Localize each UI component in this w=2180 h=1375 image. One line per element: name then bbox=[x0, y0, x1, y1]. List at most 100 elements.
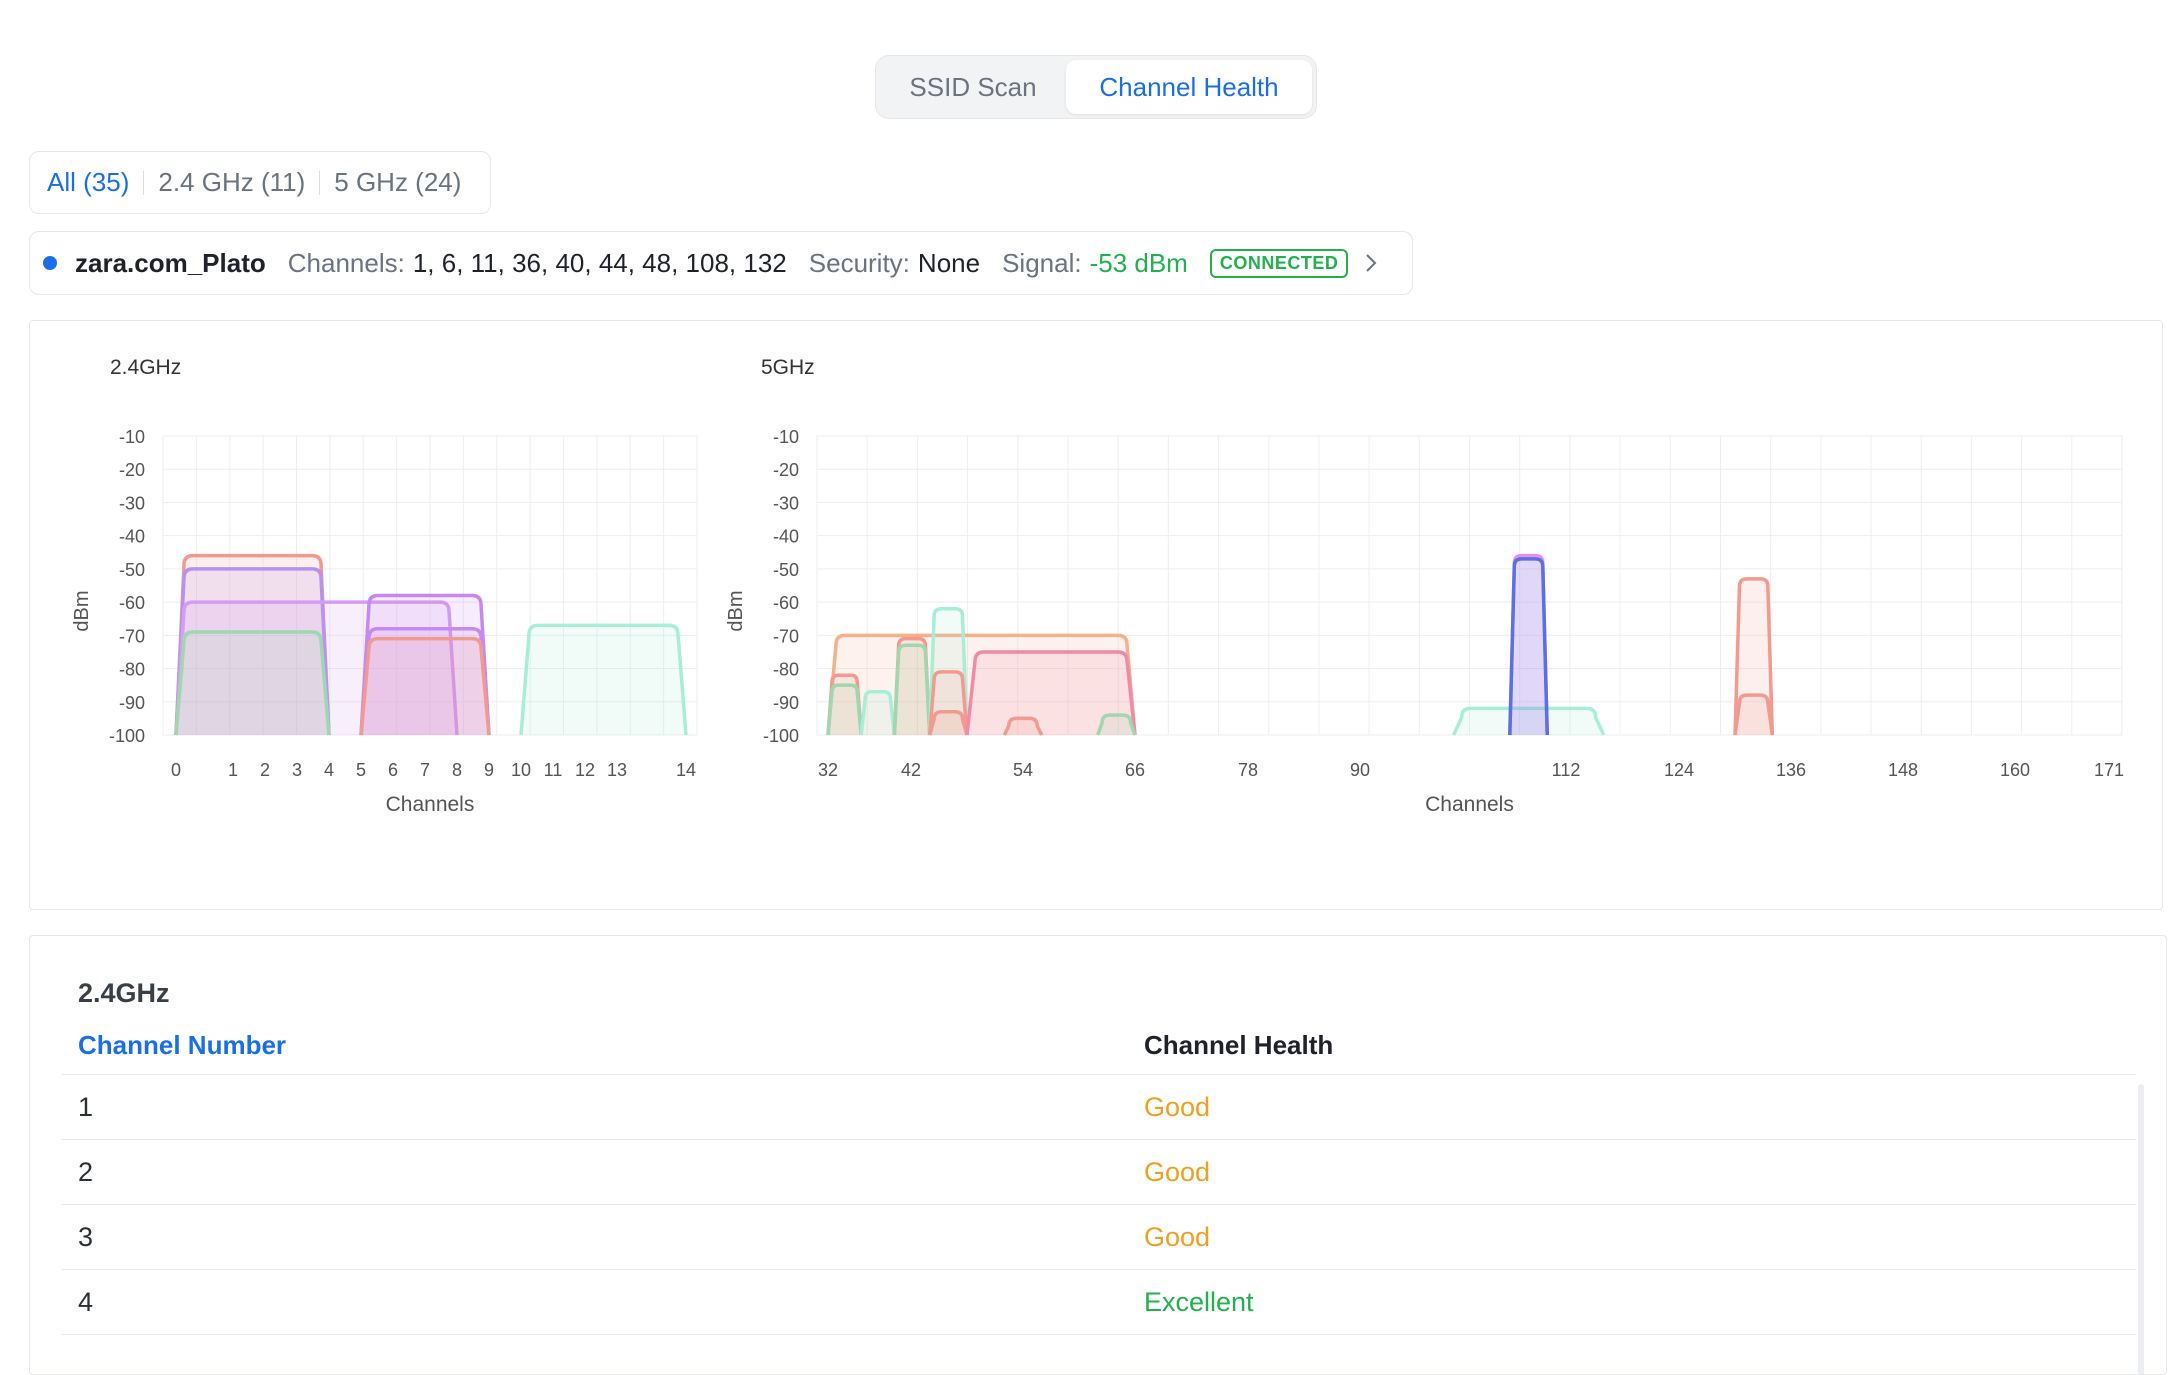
channel-number-cell: 4 bbox=[78, 1287, 94, 1317]
channel-number-cell: 2 bbox=[78, 1157, 94, 1187]
y-tick-label: -30 bbox=[119, 493, 145, 513]
table-band-title: 2.4GHz bbox=[78, 978, 170, 1008]
channel-charts: 2.4GHz -10 -20 -30 -40 -50 -60 -70 -80 -90 -100 dBm… bbox=[71, 356, 2124, 816]
y-tick-label: -40 bbox=[119, 527, 145, 547]
x-tick-label: 8 bbox=[452, 760, 462, 780]
x-tick-label: 160 bbox=[2000, 760, 2030, 780]
x-tick-label: 13 bbox=[607, 760, 627, 780]
y-tick-label: -80 bbox=[119, 660, 145, 680]
connected-badge: CONNECTED bbox=[1209, 248, 1349, 278]
band-filter: All (35) 2.4 GHz (11) 5 GHz (24) bbox=[29, 151, 491, 214]
channels-label: Channels: bbox=[287, 247, 405, 278]
x-axis-label: Channels bbox=[386, 793, 475, 816]
channel-signal-area bbox=[1733, 693, 1775, 736]
connected-network-row[interactable]: zara.com_Plato Channels: 1, 6, 11, 36, 4… bbox=[29, 231, 1413, 295]
channel-signal-area bbox=[519, 623, 688, 736]
table-header: Channel Number Channel Health bbox=[62, 1016, 2136, 1075]
y-tick-label: -30 bbox=[773, 493, 799, 513]
x-tick-label: 136 bbox=[1776, 760, 1806, 780]
x-tick-label: 148 bbox=[1888, 760, 1918, 780]
x-tick-label: 124 bbox=[1664, 760, 1694, 780]
channel-signal-area bbox=[826, 683, 863, 736]
channel-signal-area bbox=[359, 636, 491, 736]
y-tick-label: -10 bbox=[119, 427, 145, 447]
security-value: None bbox=[917, 247, 981, 278]
x-tick-label: 112 bbox=[1552, 760, 1581, 780]
x-tick-label: 4 bbox=[324, 760, 334, 780]
channel-number-cell: 3 bbox=[78, 1222, 94, 1252]
tab-ssid-scan[interactable]: SSID Scan bbox=[880, 60, 1066, 114]
y-tick-label: -40 bbox=[773, 527, 799, 547]
filter-all[interactable]: All (35) bbox=[47, 167, 129, 198]
y-axis-label: dBm bbox=[71, 590, 93, 631]
table-row: 3 Good bbox=[62, 1205, 2136, 1270]
x-tick-label: 12 bbox=[575, 760, 595, 780]
y-tick-label: -70 bbox=[119, 626, 145, 646]
x-tick-label: 78 bbox=[1238, 760, 1258, 780]
y-tick-label: -100 bbox=[763, 726, 799, 746]
x-tick-label: 14 bbox=[676, 760, 696, 780]
x-tick-label: 2 bbox=[260, 760, 270, 780]
y-tick-label: -60 bbox=[119, 593, 145, 613]
y-tick-label: -100 bbox=[109, 726, 145, 746]
chart-title: 2.4GHz bbox=[110, 356, 181, 379]
channel-health-table-card: 2.4GHz Channel Number Channel Health 1 G… bbox=[29, 935, 2167, 1375]
channel-health-cell: Good bbox=[1144, 1157, 1211, 1187]
x-tick-label: 66 bbox=[1125, 760, 1145, 780]
y-axis-label: dBm bbox=[725, 590, 747, 631]
channel-health-cell: Excellent bbox=[1144, 1287, 1254, 1317]
channel-signal-area bbox=[1002, 716, 1044, 736]
x-tick-label: 11 bbox=[544, 760, 563, 780]
x-tick-label: 9 bbox=[484, 760, 494, 780]
y-tick-label: -80 bbox=[773, 660, 799, 680]
x-tick-label: 5 bbox=[356, 760, 366, 780]
divider bbox=[143, 170, 145, 195]
x-tick-label: 10 bbox=[511, 760, 531, 780]
signal-label: Signal: bbox=[1002, 247, 1082, 278]
channel-health-cell: Good bbox=[1144, 1222, 1211, 1252]
x-tick-label: 7 bbox=[420, 760, 430, 780]
channel-signal-area bbox=[1508, 557, 1550, 736]
table-row: 4 Excellent bbox=[62, 1270, 2136, 1335]
x-axis-label: Channels bbox=[1425, 793, 1514, 816]
filter-5ghz[interactable]: 5 GHz (24) bbox=[334, 167, 461, 198]
tab-channel-health[interactable]: Channel Health bbox=[1066, 60, 1312, 114]
filter-2-4ghz[interactable]: 2.4 GHz (11) bbox=[158, 167, 305, 198]
y-tick-label: -50 bbox=[119, 560, 145, 580]
y-tick-label: -70 bbox=[773, 626, 799, 646]
y-tick-label: -20 bbox=[119, 460, 145, 480]
x-tick-label: 90 bbox=[1350, 760, 1370, 780]
y-tick-label: -90 bbox=[119, 693, 145, 713]
security-label: Security: bbox=[808, 247, 910, 278]
x-tick-label: 3 bbox=[292, 760, 302, 780]
channel-signal-area bbox=[1096, 713, 1137, 736]
channel-signal-area bbox=[859, 690, 897, 736]
view-switcher: SSID Scan Channel Health bbox=[875, 55, 1317, 119]
channel-signal-area bbox=[927, 709, 969, 736]
y-tick-label: -60 bbox=[773, 593, 799, 613]
status-dot-icon bbox=[43, 256, 57, 270]
signal-value: -53 dBm bbox=[1089, 247, 1188, 278]
column-channel-number[interactable]: Channel Number bbox=[78, 1030, 286, 1061]
x-tick-label: 54 bbox=[1013, 760, 1033, 780]
channel-number-cell: 1 bbox=[78, 1092, 94, 1122]
table-row: 1 Good bbox=[62, 1075, 2136, 1140]
x-tick-label: 32 bbox=[818, 760, 838, 780]
x-tick-label: 1 bbox=[228, 760, 238, 780]
channel-health-cell: Good bbox=[1144, 1092, 1211, 1122]
chart-title: 5GHz bbox=[761, 356, 815, 379]
channel-signal-area bbox=[892, 643, 932, 736]
table-row: 2 Good bbox=[62, 1140, 2136, 1205]
x-tick-label: 0 bbox=[171, 760, 181, 780]
chevron-right-icon[interactable] bbox=[1360, 252, 1382, 274]
y-tick-label: -50 bbox=[773, 560, 799, 580]
channel-signal-area bbox=[174, 630, 331, 736]
x-tick-label: 6 bbox=[388, 760, 398, 780]
divider bbox=[319, 170, 321, 195]
column-channel-health: Channel Health bbox=[1144, 1030, 1334, 1060]
x-tick-label: 42 bbox=[901, 760, 921, 780]
y-tick-label: -20 bbox=[773, 460, 799, 480]
x-tick-label: 171 bbox=[2094, 760, 2124, 780]
channels-value: 1, 6, 11, 36, 40, 44, 48, 108, 132 bbox=[412, 247, 787, 278]
table-scrollbar[interactable] bbox=[2138, 1084, 2144, 1374]
